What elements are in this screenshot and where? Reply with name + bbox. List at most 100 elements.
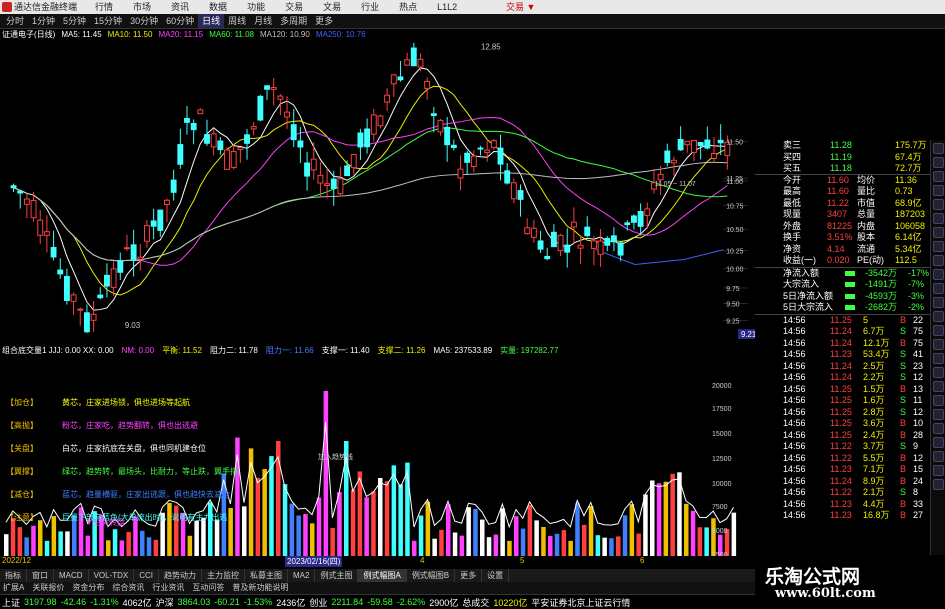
tab-trend[interactable]: 趋势动力 (159, 569, 203, 582)
candle-body (30, 200, 37, 219)
period-button[interactable]: 60分钟 (162, 14, 198, 28)
tab-more[interactable]: 更多 (455, 569, 483, 582)
sidebar-icon[interactable] (933, 423, 944, 434)
tab-ma2[interactable]: MA2 (288, 569, 316, 582)
subtab[interactable]: 资金分布 (69, 582, 107, 594)
period-button[interactable]: 30分钟 (126, 14, 162, 28)
candle-body (564, 244, 571, 253)
tab-window[interactable]: 窗口 (27, 569, 54, 582)
tick-row: 14:56 11.25 3.6万 B 10 (783, 418, 924, 428)
candle-body (297, 140, 304, 148)
candle-body (170, 179, 177, 193)
sz-label[interactable]: 沪深 (156, 596, 174, 609)
menu-item[interactable]: 行业 (361, 0, 379, 14)
sidebar-icon[interactable] (933, 213, 944, 224)
sidebar-icon[interactable] (933, 395, 944, 406)
sidebar-icon[interactable] (933, 283, 944, 294)
sidebar-icon[interactable] (933, 157, 944, 168)
sidebar-icon[interactable] (933, 241, 944, 252)
sidebar-icon[interactable] (933, 143, 944, 154)
support2-value: 支撑二: 11.26 (377, 346, 426, 355)
sidebar-icon[interactable] (933, 227, 944, 238)
tab-settings[interactable]: 设置 (482, 569, 510, 582)
candle-body (10, 185, 17, 189)
indicator-name[interactable]: 组合底交量1 JJJ: 0.00 XX: 0.00 (2, 345, 114, 357)
subtab[interactable]: 普及新功能说明 (229, 582, 291, 594)
tab-test-a[interactable]: 例式幅图A (358, 569, 407, 582)
period-button-daily[interactable]: 日线 (198, 14, 225, 28)
quote-stat-row: 最高 11.60 量比 0.73 (783, 186, 913, 196)
period-button[interactable]: 分时 (2, 14, 28, 28)
trade-menu[interactable]: 交易 ▼ (506, 0, 535, 14)
sidebar-icon[interactable] (933, 171, 944, 182)
sidebar-icon[interactable] (933, 353, 944, 364)
tab-main-monitor[interactable]: 主力监控 (202, 569, 246, 582)
menu-item[interactable]: 市场 (133, 0, 151, 14)
tab-test-b[interactable]: 例式幅图B (407, 569, 456, 582)
menu-item[interactable]: 行情 (95, 0, 113, 14)
volume-bar (670, 473, 675, 561)
tab-test-main[interactable]: 例式主图 (315, 569, 359, 582)
volume-bar (684, 503, 689, 561)
period-button[interactable]: 5分钟 (59, 14, 90, 28)
sidebar-icon[interactable] (933, 311, 944, 322)
sidebar-icon[interactable] (933, 199, 944, 210)
sidebar-icon[interactable] (933, 325, 944, 336)
date-cursor-label: 2023/02/16(四) (285, 556, 343, 567)
period-button[interactable]: 多周期 (276, 14, 311, 28)
subtab[interactable]: 扩展A (0, 582, 27, 594)
candle-body (677, 139, 684, 151)
tab-vol[interactable]: VOL-TDX (89, 569, 135, 582)
menu-item[interactable]: 资讯 (171, 0, 189, 14)
subtab[interactable]: 关联报价 (29, 582, 67, 594)
tab-private[interactable]: 私募主图 (245, 569, 289, 582)
sh-label[interactable]: 上证 (2, 596, 20, 609)
tab-macd[interactable]: MACD (54, 569, 89, 582)
sidebar-icon[interactable] (933, 409, 944, 420)
sidebar-icon[interactable] (933, 339, 944, 350)
period-button[interactable]: 1分钟 (28, 14, 59, 28)
cy-label[interactable]: 创业 (309, 596, 327, 609)
candle-body (70, 294, 77, 302)
candle-body (497, 147, 504, 165)
subtab[interactable]: 互动问答 (189, 582, 227, 594)
sidebar-icon[interactable] (933, 479, 944, 490)
tab-cci[interactable]: CCI (134, 569, 160, 582)
tick-row: 14:56 11.24 2.2万 S 12 (783, 372, 924, 382)
legend-row: 【注意】 巨量下部有蓝色(大单流出时)，说明有主力出逃 (6, 513, 228, 522)
menu-item[interactable]: 数据 (209, 0, 227, 14)
period-button[interactable]: 月线 (250, 14, 276, 28)
menu-item[interactable]: 功能 (247, 0, 265, 14)
indicator-bar: 组合底交量1 JJJ: 0.00 XX: 0.00 NM: 0.00 平衡: 1… (0, 345, 755, 357)
sidebar-icon[interactable] (933, 269, 944, 280)
period-button[interactable]: 更多 (311, 14, 337, 28)
volume-bar (371, 491, 376, 561)
sidebar-icon[interactable] (933, 185, 944, 196)
menu-item[interactable]: L1L2 (437, 0, 457, 14)
sidebar-icon[interactable] (933, 255, 944, 266)
legend-row: 【高抛】 粉芯，庄家吃，趋势翻转，俱也出逃避 (6, 421, 198, 430)
tick-row: 14:56 11.25 5 B 22 (783, 314, 924, 325)
period-button[interactable]: 周线 (224, 14, 250, 28)
sidebar-icon[interactable] (933, 297, 944, 308)
period-button[interactable]: 15分钟 (90, 14, 126, 28)
menu-item[interactable]: 文易 (323, 0, 341, 14)
order-row: 卖三 11.28 175.7万 (783, 140, 927, 150)
menu-item[interactable]: 热点 (399, 0, 417, 14)
candle-body (330, 178, 337, 189)
sidebar-icon[interactable] (933, 381, 944, 392)
volume-bar (466, 507, 471, 561)
subtab[interactable]: 行业资讯 (149, 582, 187, 594)
sidebar-icon[interactable] (933, 367, 944, 378)
side-toolbar (930, 140, 945, 580)
sidebar-icon[interactable] (933, 451, 944, 462)
candle-body (57, 269, 64, 275)
menu-item[interactable]: 交易 (285, 0, 303, 14)
tab-indicator[interactable]: 指标 (0, 569, 27, 582)
sidebar-icon[interactable] (933, 437, 944, 448)
candle-body (83, 312, 90, 333)
tick-list[interactable]: 14:56 11.25 5 B 22 14:56 11.24 6.7万 S 75 14:56 11.2… (755, 313, 930, 522)
subtab[interactable]: 综合资讯 (109, 582, 147, 594)
sidebar-icon[interactable] (933, 465, 944, 476)
kline-chart[interactable]: 12.85 9.03 11.05 ~ 11.07 11.5011.2511.00… (0, 29, 755, 339)
